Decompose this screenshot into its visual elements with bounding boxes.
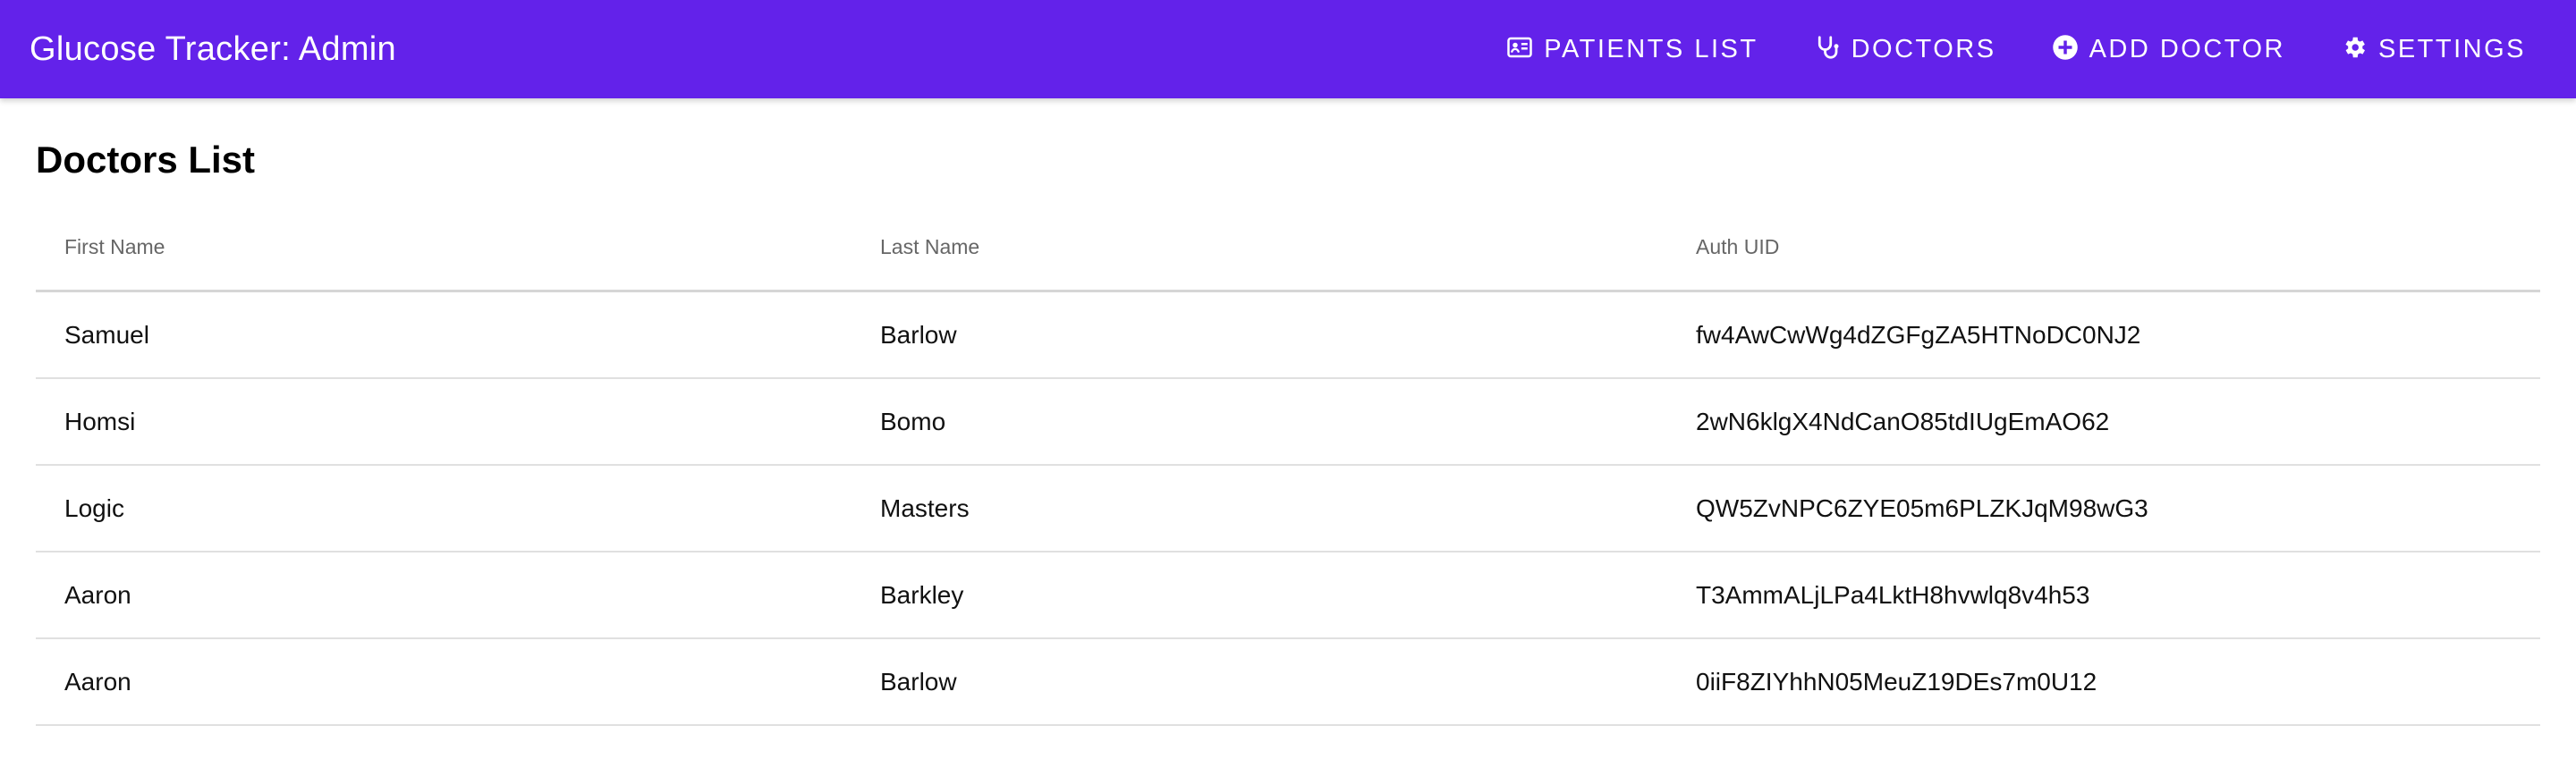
table-row[interactable]: Aaron Barkley T3AmmALjLPa4LktH8hvwlq8v4h… [36,552,2540,639]
table-row[interactable]: Logic Masters QW5ZvNPC6ZYE05m6PLZKJqM98w… [36,465,2540,552]
last-name-cell: Bomo [852,378,1667,466]
first-name-cell: Aaron [36,638,852,726]
page-title: Doctors List [36,139,256,181]
auth-uid-cell: 0iiF8ZIYhhN05MeuZ19DEs7m0U12 [1667,638,2540,726]
id-card-icon [1506,34,1533,61]
plus-circle-icon [2052,34,2079,61]
nav-add-doctor-label: ADD DOCTOR [2089,34,2285,63]
first-name-cell: Homsi [36,378,852,466]
auth-uid-cell: fw4AwCwWg4dZGFgZA5HTNoDC0NJ2 [1667,291,2540,379]
nav-doctors-button[interactable]: DOCTORS [1800,18,2011,80]
stethoscope-icon [1814,34,1841,61]
nav-patients-list-label: PATIENTS LIST [1544,34,1758,63]
table-header-row: First Name Last Name Auth UID [36,204,2540,292]
auth-uid-cell: QW5ZvNPC6ZYE05m6PLZKJqM98wG3 [1667,465,2540,552]
gear-icon [2341,34,2368,61]
column-header-last-name[interactable]: Last Name [852,204,1667,292]
last-name-cell: Masters [852,465,1667,552]
column-header-first-name[interactable]: First Name [36,204,852,292]
doctors-table: First Name Last Name Auth UID Samuel Bar… [36,204,2540,726]
top-nav: PATIENTS LIST DOCTORS ADD DOCTOR SETTING… [1465,0,2540,98]
column-header-auth-uid[interactable]: Auth UID [1667,204,2540,292]
auth-uid-cell: T3AmmALjLPa4LktH8hvwlq8v4h53 [1667,552,2540,639]
app-title: Glucose Tracker: Admin [30,30,396,68]
first-name-cell: Samuel [36,291,852,379]
last-name-cell: Barlow [852,638,1667,726]
last-name-cell: Barkley [852,552,1667,639]
nav-add-doctor-button[interactable]: ADD DOCTOR [2038,18,2300,80]
table-row[interactable]: Samuel Barlow fw4AwCwWg4dZGFgZA5HTNoDC0N… [36,291,2540,379]
auth-uid-cell: 2wN6klgX4NdCanO85tdIUgEmAO62 [1667,378,2540,466]
table-row[interactable]: Aaron Barlow 0iiF8ZIYhhN05MeuZ19DEs7m0U1… [36,638,2540,726]
first-name-cell: Aaron [36,552,852,639]
last-name-cell: Barlow [852,291,1667,379]
table-row[interactable]: Homsi Bomo 2wN6klgX4NdCanO85tdIUgEmAO62 [36,378,2540,466]
main-content: Doctors List First Name Last Name Auth U… [36,98,2540,726]
nav-doctors-label: DOCTORS [1851,34,1996,63]
first-name-cell: Logic [36,465,852,552]
nav-settings-label: SETTINGS [2377,34,2526,63]
nav-settings-button[interactable]: SETTINGS [2326,18,2540,80]
app-bar: Glucose Tracker: Admin PATIENTS LIST DOC… [0,0,2576,98]
nav-patients-list-button[interactable]: PATIENTS LIST [1492,18,1772,80]
